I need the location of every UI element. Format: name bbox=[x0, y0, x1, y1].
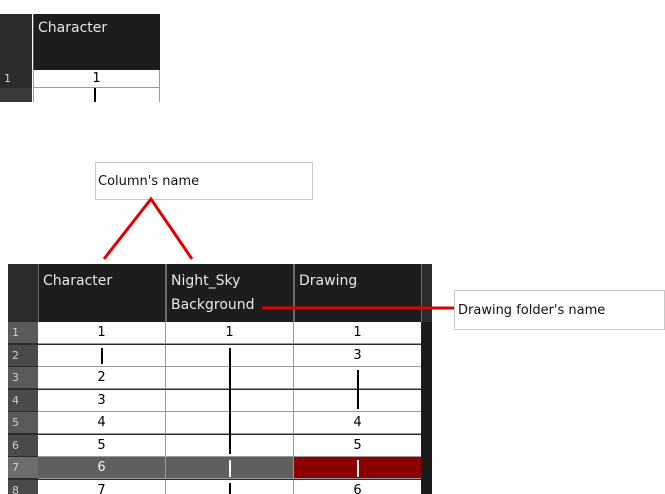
exposure-cell[interactable] bbox=[33, 88, 160, 102]
hold-line bbox=[101, 347, 103, 364]
column-name: Night_Sky bbox=[171, 273, 241, 289]
row-number: 1 bbox=[8, 322, 38, 344]
exposure-cell[interactable]: 1 bbox=[38, 322, 166, 344]
row-number: 7 bbox=[8, 457, 38, 479]
hold-line bbox=[229, 460, 231, 477]
hold-line bbox=[94, 88, 96, 102]
row-number: 4 bbox=[8, 389, 38, 412]
column-name-pointer bbox=[102, 196, 194, 260]
row-number: 1 bbox=[4, 72, 11, 85]
hold-line bbox=[357, 370, 359, 409]
column-name-callout: Column's name bbox=[95, 162, 313, 200]
exposure-cell[interactable]: 6 bbox=[294, 479, 422, 494]
drawing-folder-name: Background bbox=[171, 297, 255, 313]
exposure-cell[interactable]: 5 bbox=[38, 434, 166, 457]
exposure-cell[interactable]: 4 bbox=[38, 412, 166, 434]
column-header-character[interactable]: Character bbox=[38, 264, 166, 322]
column-header-night-sky[interactable]: Night_Sky Background bbox=[166, 264, 294, 322]
row-number: 3 bbox=[8, 367, 38, 389]
exposure-cell[interactable]: 3 bbox=[294, 344, 422, 367]
row-number bbox=[0, 88, 32, 102]
hold-line bbox=[229, 482, 231, 494]
exposure-cell[interactable]: 6 bbox=[38, 457, 166, 479]
xsheet-snippet: Character 1 1 bbox=[0, 14, 160, 102]
exposure-cell[interactable]: 5 bbox=[294, 434, 422, 457]
exposure-cell[interactable]: 3 bbox=[38, 389, 166, 412]
xsheet-grid: Character Night_Sky Background Drawing 1… bbox=[8, 264, 432, 494]
vertical-scrollbar[interactable] bbox=[421, 322, 432, 494]
row-number: 6 bbox=[8, 434, 38, 457]
hold-line bbox=[357, 460, 359, 477]
exposure-cell[interactable]: 4 bbox=[294, 412, 422, 434]
column-header-drawing[interactable]: Drawing bbox=[294, 264, 422, 322]
row-number: 2 bbox=[8, 344, 38, 367]
exposure-cell[interactable]: 1 bbox=[33, 70, 160, 88]
row-number: 8 bbox=[8, 479, 38, 494]
exposure-cell[interactable]: 1 bbox=[294, 322, 422, 344]
exposure-cell[interactable]: 7 bbox=[38, 479, 166, 494]
row-number: 5 bbox=[8, 412, 38, 434]
column-name: Drawing bbox=[299, 273, 358, 289]
exposure-cell[interactable]: 2 bbox=[38, 367, 166, 389]
column-name: Character bbox=[43, 273, 113, 289]
exposure-cell[interactable]: 1 bbox=[166, 322, 294, 344]
column-header-character-snippet[interactable]: Character bbox=[33, 14, 160, 70]
column-header-label: Character bbox=[38, 20, 108, 36]
hold-line bbox=[229, 347, 231, 454]
drawing-folder-name-callout: Drawing folder's name bbox=[454, 290, 665, 330]
